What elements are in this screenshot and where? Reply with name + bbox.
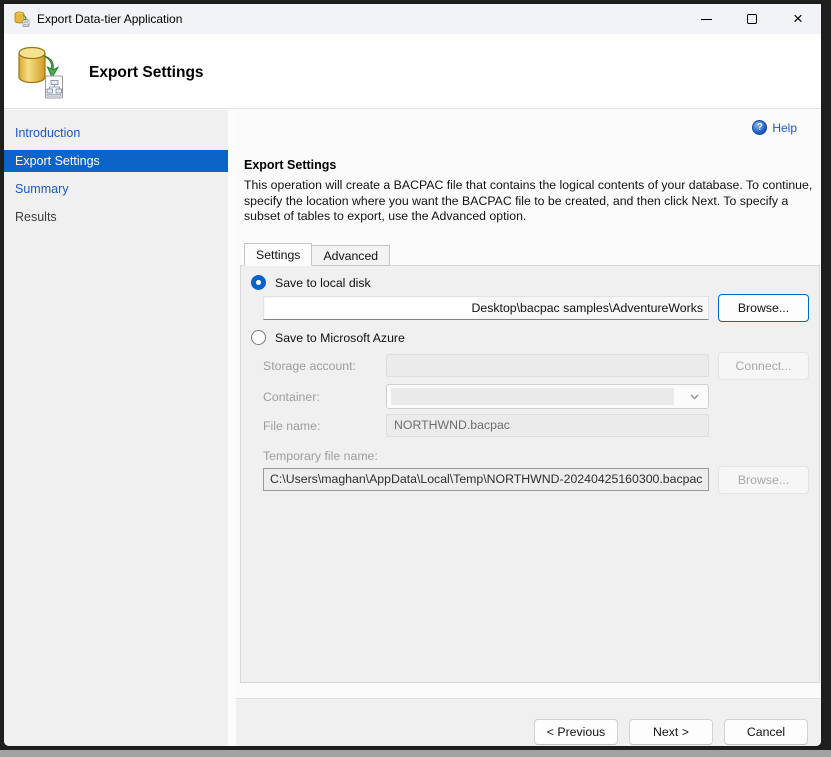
path-input-white-segment — [265, 298, 477, 318]
container-label: Container: — [263, 390, 320, 404]
wizard-header: Export Settings — [4, 34, 821, 109]
storage-account-input — [386, 354, 709, 377]
file-name-label: File name: — [263, 419, 320, 433]
wizard-steps-sidebar: Introduction Export Settings Summary Res… — [4, 110, 228, 746]
local-disk-path-input[interactable]: Desktop\bacpac samples\AdventureWorks — [263, 296, 709, 320]
content-description: This operation will create a BACPAC file… — [244, 178, 818, 225]
path-input-value: Desktop\bacpac samples\AdventureWorks — [472, 297, 703, 319]
file-name-input: NORTHWND.bacpac — [386, 414, 709, 437]
connect-button: Connect... — [718, 352, 809, 380]
container-dropdown-value — [391, 388, 674, 405]
close-button[interactable]: × — [775, 4, 821, 34]
export-data-tier-application-window: Export Data-tier Application × — [2, 2, 823, 748]
container-dropdown — [386, 384, 709, 409]
help-icon: ? — [752, 120, 767, 135]
sidebar-item-results: Results — [4, 206, 228, 228]
main-panel: ? Help Export Settings This operation wi… — [236, 110, 821, 746]
tab-settings[interactable]: Settings — [244, 243, 312, 266]
window-title: Export Data-tier Application — [37, 12, 182, 26]
previous-button[interactable]: < Previous — [534, 719, 618, 745]
temporary-file-name-label: Temporary file name: — [263, 449, 378, 463]
export-settings-header-icon — [13, 43, 69, 104]
title-bar[interactable]: Export Data-tier Application × — [4, 4, 821, 34]
browse-temp-button: Browse... — [718, 466, 809, 494]
save-to-azure-option[interactable]: Save to Microsoft Azure — [251, 330, 405, 345]
save-to-local-disk-label: Save to local disk — [275, 276, 371, 290]
temporary-file-name-input[interactable]: C:\Users\maghan\AppData\Local\Temp\NORTH… — [263, 468, 709, 491]
sidebar-item-export-settings[interactable]: Export Settings — [4, 150, 228, 172]
minimize-button[interactable] — [683, 4, 729, 34]
footer-bar: < Previous Next > Cancel — [236, 699, 821, 746]
radio-unselected-icon[interactable] — [251, 330, 266, 345]
database-export-icon — [14, 11, 30, 27]
save-to-local-disk-option[interactable]: Save to local disk — [251, 275, 371, 290]
storage-account-label: Storage account: — [263, 359, 356, 373]
content-heading: Export Settings — [244, 158, 336, 172]
browse-local-button[interactable]: Browse... — [718, 294, 809, 322]
save-to-azure-label: Save to Microsoft Azure — [275, 331, 405, 345]
tab-strip: Settings Advanced — [244, 243, 390, 266]
maximize-icon — [747, 14, 757, 24]
help-link[interactable]: ? Help — [752, 120, 797, 135]
sidebar-divider — [228, 110, 236, 746]
minimize-icon — [701, 19, 712, 20]
page-title: Export Settings — [89, 64, 204, 82]
sidebar-item-summary[interactable]: Summary — [4, 178, 228, 200]
close-icon: × — [793, 14, 803, 24]
settings-tab-panel: Save to local disk Desktop\bacpac sample… — [240, 265, 820, 683]
sidebar-item-introduction[interactable]: Introduction — [4, 122, 228, 144]
desktop-background-band — [0, 750, 831, 757]
maximize-button[interactable] — [729, 4, 775, 34]
cancel-button[interactable]: Cancel — [724, 719, 808, 745]
next-button[interactable]: Next > — [629, 719, 713, 745]
chevron-down-icon — [690, 392, 699, 401]
help-label: Help — [772, 121, 797, 135]
tab-advanced[interactable]: Advanced — [312, 245, 390, 266]
radio-selected-icon[interactable] — [251, 275, 266, 290]
